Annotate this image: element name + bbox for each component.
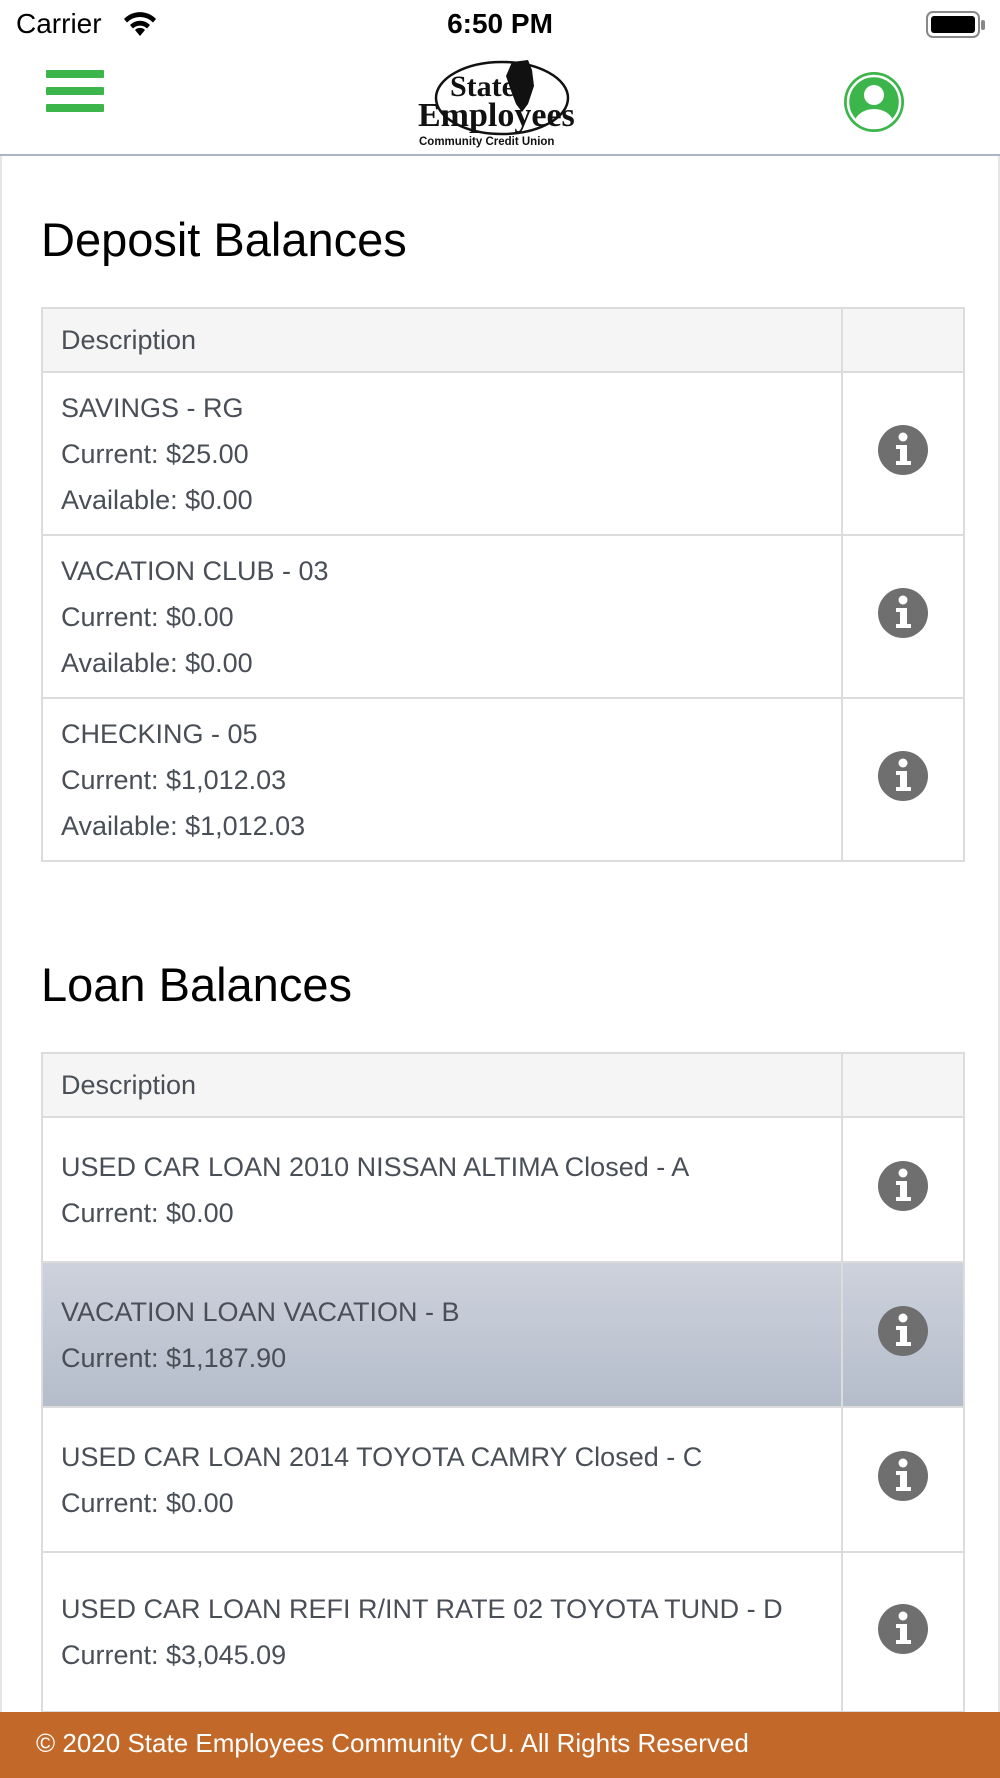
current-balance: Current: $0.00 <box>61 1197 234 1228</box>
table-row[interactable]: USED CAR LOAN REFI R/INT RATE 02 TOYOTA … <box>41 1551 965 1713</box>
account-description: CHECKING - 05 Current: $1,012.03 Availab… <box>41 697 843 862</box>
column-header-actions <box>841 1052 965 1118</box>
table-row[interactable]: CHECKING - 05 Current: $1,012.03 Availab… <box>41 697 965 862</box>
app-header: State Employees Community Credit Union <box>0 52 1000 156</box>
info-icon[interactable] <box>877 750 929 802</box>
account-description: SAVINGS - RG Current: $25.00 Available: … <box>41 371 843 536</box>
table-row[interactable]: VACATION CLUB - 03 Current: $0.00 Availa… <box>41 534 965 699</box>
loan-section-title: Loan Balances <box>41 958 352 1011</box>
column-header-description: Description <box>41 307 843 373</box>
main-content: Deposit Balances Description SAVINGS - R… <box>0 156 1000 1713</box>
column-header-description: Description <box>41 1052 843 1118</box>
status-bar: Carrier 6:50 PM <box>0 0 1000 52</box>
info-icon[interactable] <box>877 1160 929 1212</box>
table-row[interactable]: SAVINGS - RG Current: $25.00 Available: … <box>41 371 965 536</box>
deposit-section-title: Deposit Balances <box>41 213 407 266</box>
loan-description: USED CAR LOAN 2010 NISSAN ALTIMA Closed … <box>41 1116 843 1263</box>
available-balance: Available: $1,012.03 <box>61 810 306 841</box>
loan-name: USED CAR LOAN 2014 TOYOTA CAMRY Closed -… <box>61 1441 703 1472</box>
info-cell <box>841 1116 965 1263</box>
logo-line2: Employees <box>418 97 575 134</box>
footer: © 2020 State Employees Community CU. All… <box>0 1712 1000 1778</box>
account-description: VACATION CLUB - 03 Current: $0.00 Availa… <box>41 534 843 699</box>
current-balance: Current: $1,187.90 <box>61 1342 287 1373</box>
current-balance: Current: $25.00 <box>61 438 249 469</box>
loan-description: VACATION LOAN VACATION - B Current: $1,1… <box>41 1261 843 1408</box>
info-cell <box>841 1551 965 1713</box>
available-balance: Available: $0.00 <box>61 647 253 678</box>
info-cell <box>841 1261 965 1408</box>
loan-description: USED CAR LOAN 2014 TOYOTA CAMRY Closed -… <box>41 1406 843 1553</box>
current-balance: Current: $0.00 <box>61 1487 234 1518</box>
loan-balances-table: Description USED CAR LOAN 2010 NISSAN AL… <box>41 1052 965 1713</box>
current-balance: Current: $1,012.03 <box>61 764 287 795</box>
loan-description: USED CAR LOAN REFI R/INT RATE 02 TOYOTA … <box>41 1551 843 1713</box>
current-balance: Current: $3,045.09 <box>61 1640 287 1670</box>
table-row-selected[interactable]: VACATION LOAN VACATION - B Current: $1,1… <box>41 1261 965 1408</box>
current-balance: Current: $0.00 <box>61 601 234 632</box>
hamburger-menu-icon[interactable] <box>46 70 104 120</box>
status-time: 6:50 PM <box>447 8 553 39</box>
loan-name: USED CAR LOAN REFI R/INT RATE 02 TOYOTA … <box>61 1594 783 1624</box>
loan-name: USED CAR LOAN 2010 NISSAN ALTIMA Closed … <box>61 1151 690 1182</box>
table-row[interactable]: USED CAR LOAN 2010 NISSAN ALTIMA Closed … <box>41 1116 965 1263</box>
account-name: VACATION CLUB - 03 <box>61 555 329 586</box>
credit-union-logo: State Employees Community Credit Union <box>410 52 590 152</box>
info-cell <box>841 697 965 862</box>
account-name: SAVINGS - RG <box>61 392 244 423</box>
info-cell <box>841 534 965 699</box>
info-cell <box>841 1406 965 1553</box>
info-icon[interactable] <box>877 1305 929 1357</box>
logo-line3: Community Credit Union <box>419 136 554 148</box>
info-icon[interactable] <box>877 1603 929 1655</box>
loan-name: VACATION LOAN VACATION - B <box>61 1296 460 1327</box>
column-header-actions <box>841 307 965 373</box>
info-cell <box>841 371 965 536</box>
info-icon[interactable] <box>877 424 929 476</box>
table-row[interactable]: USED CAR LOAN 2014 TOYOTA CAMRY Closed -… <box>41 1406 965 1553</box>
battery-icon <box>926 11 986 44</box>
info-icon[interactable] <box>877 587 929 639</box>
deposit-balances-table: Description SAVINGS - RG Current: $25.00… <box>41 307 965 862</box>
user-profile-icon[interactable] <box>842 70 906 134</box>
info-icon[interactable] <box>877 1450 929 1502</box>
account-name: CHECKING - 05 <box>61 718 258 749</box>
available-balance: Available: $0.00 <box>61 484 253 515</box>
copyright-text: © 2020 State Employees Community CU. All… <box>36 1728 749 1758</box>
